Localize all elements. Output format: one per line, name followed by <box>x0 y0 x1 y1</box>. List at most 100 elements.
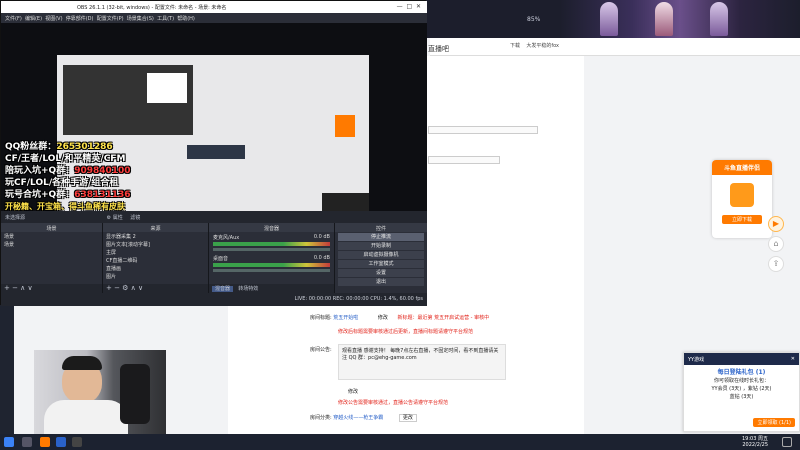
dock-tab-bar: 混音器 转场特效 <box>209 284 334 293</box>
window-controls[interactable]: — □ ✕ <box>397 3 421 10</box>
tab-mixer[interactable]: 混音器 <box>212 286 234 292</box>
app-icon[interactable] <box>56 437 66 447</box>
menu-file[interactable]: 文件(F) <box>5 16 22 22</box>
address-row <box>430 38 800 56</box>
play-icon[interactable]: ▶ <box>768 216 784 232</box>
claim-button[interactable]: 立即领取 (1/1) <box>753 418 795 427</box>
menu-tools[interactable]: 工具(T) <box>157 16 174 22</box>
virtual-camera-button[interactable]: 启动虚拟摄像机 <box>338 251 424 259</box>
obs-preview[interactable]: QQ粉丝群：265301286 CF/王者/LOL/和平精英/CFM 陪玩入坑+… <box>1 23 427 231</box>
room-title-value[interactable]: 荒五开始啦 <box>333 315 358 321</box>
popup-title: 每日登陆礼包 (1) <box>717 369 766 376</box>
title-review-note: 新标题：最近第 荒五开启试运营 - 审核中 <box>397 315 490 321</box>
scenes-dock: 场景 场景 场景 + − ∧ ∨ <box>1 223 103 293</box>
toolbar-right: 下载 大发平稳的fox <box>510 42 559 49</box>
properties-button[interactable]: 属性 <box>113 215 123 221</box>
side-tools: ▶ ⌂ ⇪ <box>768 216 788 276</box>
obs-icon[interactable] <box>72 437 82 447</box>
settings-button[interactable]: 设置 <box>338 269 424 277</box>
track-name: 桌面音 <box>213 256 229 262</box>
text-field[interactable] <box>428 156 500 164</box>
popup-line: YY会员 (3天) ，紫钻 (2天) <box>711 386 772 392</box>
menu-profile[interactable]: 配置文件(P) <box>97 16 124 22</box>
douyu-companion-ad[interactable]: 斗鱼直播伴侣 立即下载 <box>712 160 772 238</box>
popup-header-text: YY游戏 <box>688 357 705 363</box>
dock-title: 混音器 <box>209 223 334 232</box>
no-source-selected: 未选择源 <box>5 215 26 221</box>
download-button[interactable]: 下载 <box>510 43 520 49</box>
popup-header: YY游戏 ✕ <box>684 353 799 365</box>
gear-icon[interactable]: ⚙ <box>107 215 111 221</box>
source-item[interactable]: 图片 <box>103 272 208 280</box>
mixer-track: 桌面音 0.0 dB <box>209 253 334 274</box>
text-field[interactable] <box>428 126 538 134</box>
menu-scene-collection[interactable]: 场景集合(S) <box>127 16 154 22</box>
room-title-row: 房间标题: 荒五开始啦 修改 新标题：最近第 荒五开启试运营 - 审核中 <box>310 314 570 321</box>
search-icon[interactable] <box>22 437 32 447</box>
volume-slider[interactable] <box>213 248 330 251</box>
nested-mixer <box>187 145 245 159</box>
source-item[interactable]: 显示器采集 2 <box>103 232 208 240</box>
download-now-button[interactable]: 立即下载 <box>722 215 762 224</box>
app-logo-icon <box>730 183 754 207</box>
announcement-hint: 修改公告需要审核通过，直播公告请遵守平台规范 <box>338 400 449 406</box>
source-item[interactable]: 直播画 <box>103 264 208 272</box>
person-shirt <box>44 400 128 434</box>
start-recording-button[interactable]: 开始录制 <box>338 242 424 250</box>
obs-source-toolbar: 未选择源 ⚙ 属性 滤镜 <box>1 211 427 223</box>
banner-character <box>710 2 728 36</box>
change-category-button[interactable]: 更改 <box>398 414 417 422</box>
dock-footer-controls[interactable]: + − ⚙ ∧ ∨ <box>103 284 208 293</box>
filters-button[interactable]: 滤镜 <box>130 215 140 221</box>
start-icon[interactable] <box>4 437 14 447</box>
dock-title: 控件 <box>335 223 427 232</box>
obs-menu-bar: 文件(F) 编辑(E) 视图(V) 停靠部件(D) 配置文件(P) 场景集合(S… <box>1 13 427 23</box>
track-db: 0.0 dB <box>313 234 330 240</box>
mixer-track: 麦克风/Aux 0.0 dB <box>209 232 334 253</box>
obs-status-bar: LIVE: 00:00:00 REC: 00:00:00 CPU: 1.4%, … <box>1 293 427 306</box>
announcement-textarea[interactable]: 观看直播 感谢支持！ 每晚7点左右直播，不固定时间，看不到直播请关注 QQ 群：… <box>338 344 506 380</box>
exit-button[interactable]: 退出 <box>338 278 424 286</box>
track-db: 0.0 dB <box>313 255 330 261</box>
close-icon[interactable]: ✕ <box>791 356 795 362</box>
overlay-line: QQ粉丝群：265301286 <box>5 142 113 152</box>
row-label: 房间分类: <box>310 415 332 421</box>
stop-streaming-button[interactable]: 停止推流 <box>338 233 424 241</box>
dock-title: 场景 <box>1 223 102 232</box>
tab-transitions[interactable]: 转场特效 <box>235 286 261 292</box>
user-name[interactable]: 大发平稳的fox <box>526 43 559 49</box>
popup-body: 每日登陆礼包 (1) 你可领取在线时长礼包： YY会员 (3天) ，紫钻 (2天… <box>684 365 799 405</box>
notification-icon[interactable] <box>782 437 792 447</box>
overlay-line: CF/王者/LOL/和平精英/CFM <box>5 154 126 164</box>
dock-footer-controls[interactable]: + − ∧ ∨ <box>1 284 102 293</box>
zoom-level[interactable]: 85% <box>527 16 540 23</box>
banner-character <box>655 2 673 36</box>
category-value[interactable]: 穿越火线——枪王争霸 <box>333 415 383 421</box>
menu-edit[interactable]: 编辑(E) <box>25 16 42 22</box>
source-item[interactable]: 主屏 <box>103 248 208 256</box>
banner-art <box>560 0 800 38</box>
edit-title-button[interactable]: 修改 <box>378 315 388 321</box>
scene-item[interactable]: 场景 <box>1 240 102 248</box>
person-hair <box>62 356 102 370</box>
obs-title-bar: OBS 26.1.1 (32-bit, windows) - 配置文件: 未命名… <box>1 1 427 13</box>
edit-announcement-button[interactable]: 修改 <box>348 388 358 395</box>
clock[interactable]: 19:03 周五 2022/2/25 <box>742 436 768 448</box>
menu-view[interactable]: 视图(V) <box>45 16 62 22</box>
page-title: 直播吧 <box>428 45 449 53</box>
windows-taskbar: 19:03 周五 2022/2/25 <box>0 434 800 450</box>
menu-help[interactable]: 帮助(H) <box>177 16 195 22</box>
nested-ad <box>335 115 355 137</box>
home-icon[interactable]: ⌂ <box>768 236 784 252</box>
title-hint: 修改后标题需要审核通过后更新，直播间标题请遵守平台规范 <box>338 329 474 335</box>
source-item[interactable]: CF直播二维码 <box>103 256 208 264</box>
volume-slider[interactable] <box>213 269 330 272</box>
obs-window: OBS 26.1.1 (32-bit, windows) - 配置文件: 未命名… <box>0 0 427 306</box>
source-item[interactable]: 图片文本[滚动字幕] <box>103 240 208 248</box>
app-icon[interactable] <box>40 437 50 447</box>
volume-meter <box>213 263 330 267</box>
menu-docks[interactable]: 停靠部件(D) <box>66 16 94 22</box>
scene-item[interactable]: 场景 <box>1 232 102 240</box>
share-icon[interactable]: ⇪ <box>768 256 784 272</box>
studio-mode-button[interactable]: 工作室模式 <box>338 260 424 268</box>
